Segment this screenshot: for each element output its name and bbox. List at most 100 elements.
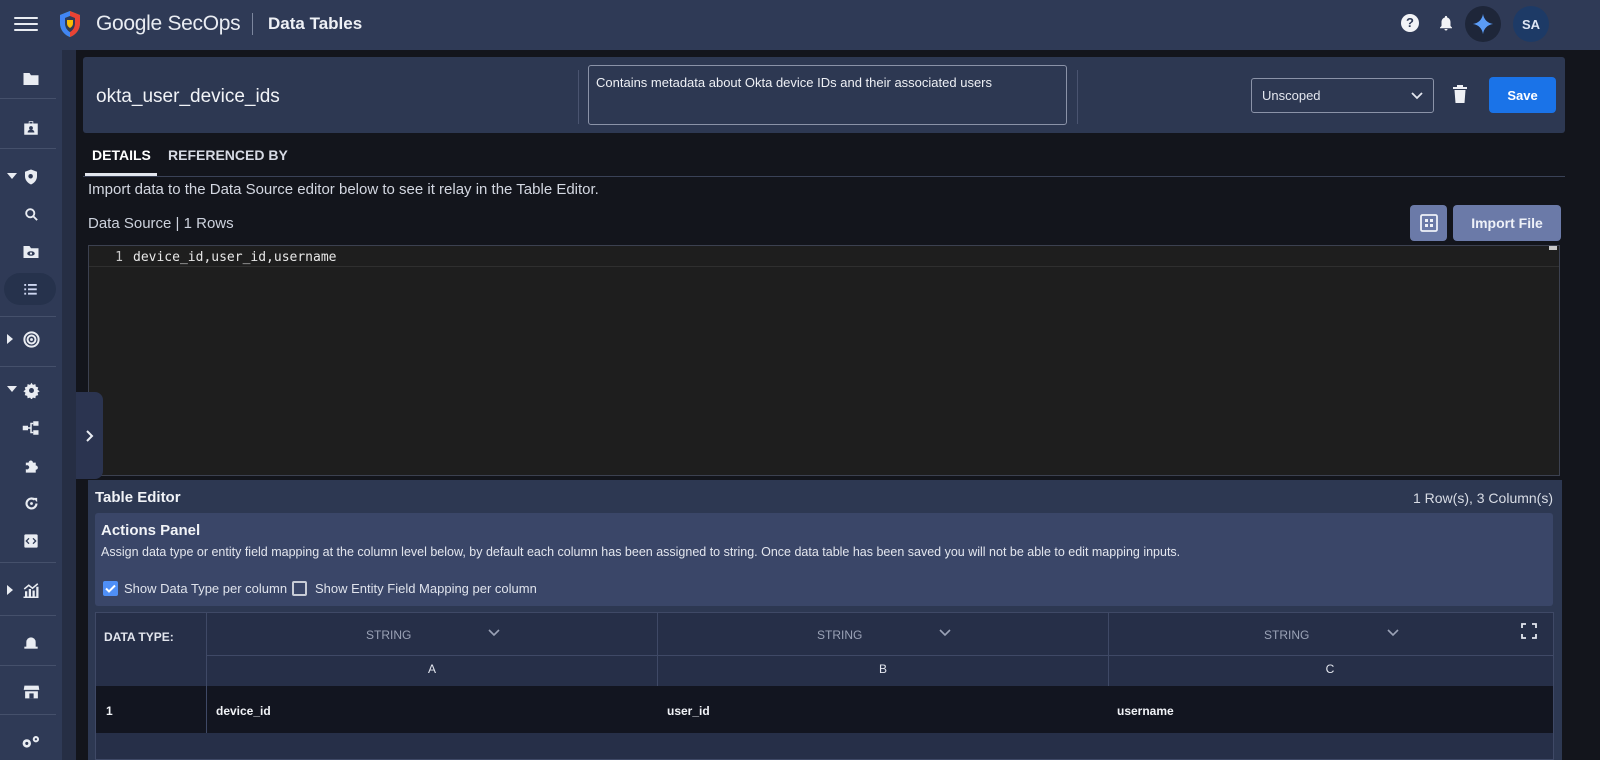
- editor-scrollbar[interactable]: [1549, 246, 1557, 250]
- table-cell[interactable]: device_id: [216, 704, 271, 718]
- actions-panel-description: Assign data type or entity field mapping…: [101, 545, 1181, 559]
- analytics-icon: [23, 582, 39, 598]
- nav-cases[interactable]: [0, 112, 62, 144]
- nav-marketplace[interactable]: [0, 676, 62, 708]
- chevron-down-icon: [939, 629, 951, 637]
- nav-data-tables[interactable]: [4, 273, 56, 305]
- top-app-bar: Google SecOps Data Tables ? SA: [0, 0, 1600, 50]
- table-editor-title: Table Editor: [95, 489, 181, 506]
- import-file-button[interactable]: Import File: [1453, 205, 1561, 241]
- nav-folder[interactable]: [0, 63, 62, 95]
- type-header-cell: [658, 613, 1109, 656]
- editor-line: 1 device_id,user_id,username: [89, 246, 1559, 267]
- row-number: 1: [106, 704, 113, 718]
- column-letter-b: B: [878, 662, 887, 676]
- nav-analytics-group[interactable]: [0, 574, 62, 606]
- scope-dropdown[interactable]: Unscoped: [1251, 78, 1434, 113]
- show-entity-mapping-checkbox[interactable]: [292, 581, 307, 596]
- nav-alerts[interactable]: [0, 626, 62, 658]
- type-header-cell: [1109, 613, 1554, 656]
- data-type-header: DATA TYPE:: [104, 630, 174, 644]
- alert-bell-icon: [24, 637, 38, 649]
- table-cell[interactable]: user_id: [667, 704, 710, 718]
- active-tab-indicator: [85, 173, 157, 176]
- tab-referenced-by[interactable]: REFERENCED BY: [168, 147, 288, 163]
- refresh-icon: [25, 496, 38, 509]
- column-c-type-select[interactable]: STRING: [1264, 628, 1309, 642]
- left-nav-sidebar: [0, 50, 62, 760]
- nav-divider: [0, 615, 56, 616]
- delete-table-icon[interactable]: [1452, 85, 1468, 103]
- nav-admin-settings[interactable]: [0, 726, 62, 758]
- column-letter-a: A: [427, 662, 436, 676]
- search-icon: [24, 207, 38, 221]
- nav-divider: [0, 148, 56, 149]
- case-icon: [24, 121, 38, 135]
- header-divider: [1077, 70, 1078, 124]
- show-data-type-label[interactable]: Show Data Type per column: [124, 581, 287, 596]
- nav-integrations[interactable]: [0, 449, 62, 481]
- column-a-type-select[interactable]: STRING: [366, 628, 411, 642]
- brand-name: Google SecOps: [96, 12, 241, 35]
- settings-gear-icon: [22, 382, 40, 399]
- gemini-assistant-button[interactable]: [1465, 6, 1501, 42]
- scope-value: Unscoped: [1262, 88, 1321, 103]
- description-field[interactable]: Contains metadata about Okta device IDs …: [588, 65, 1067, 125]
- actions-panel-title: Actions Panel: [101, 522, 201, 539]
- fullscreen-icon[interactable]: [1521, 623, 1537, 639]
- type-header-cell: [207, 613, 658, 656]
- row-column-count: 1 Row(s), 3 Column(s): [1412, 490, 1553, 506]
- nav-saved-searches[interactable]: [0, 236, 62, 268]
- line-code[interactable]: device_id,user_id,username: [133, 250, 337, 265]
- caret-right-icon: [7, 585, 13, 595]
- nav-divider: [0, 665, 56, 666]
- nav-code[interactable]: [0, 525, 62, 557]
- settings-icon: [22, 736, 40, 748]
- nav-workflows[interactable]: [0, 412, 62, 444]
- table-cell[interactable]: username: [1117, 704, 1174, 718]
- nav-search[interactable]: [0, 198, 62, 230]
- show-data-type-checkbox[interactable]: [103, 581, 118, 596]
- main-menu-icon[interactable]: [14, 13, 38, 35]
- actions-panel: [95, 513, 1553, 606]
- help-icon[interactable]: ?: [1401, 14, 1419, 32]
- marketplace-icon: [23, 685, 39, 699]
- workflow-icon: [22, 421, 39, 435]
- nav-settings-group[interactable]: [0, 374, 62, 406]
- details-intro-text: Import data to the Data Source editor be…: [88, 181, 599, 198]
- caret-right-icon: [7, 334, 13, 344]
- data-source-label: Data Source | 1 Rows: [88, 215, 234, 232]
- expand-panel-button[interactable]: [76, 392, 103, 479]
- nav-investigation-group[interactable]: [0, 323, 62, 355]
- user-avatar[interactable]: SA: [1513, 6, 1549, 42]
- data-source-editor[interactable]: 1 device_id,user_id,username: [88, 245, 1560, 476]
- tab-details[interactable]: DETAILS: [92, 147, 151, 163]
- detection-shield-icon: [25, 169, 37, 185]
- grid-view-button[interactable]: [1410, 205, 1447, 241]
- google-secops-logo-icon: [58, 10, 82, 38]
- column-b-type-select[interactable]: STRING: [817, 628, 862, 642]
- grid-corner-cell: [96, 613, 207, 687]
- sidebar-edge: [62, 50, 76, 760]
- chevron-down-icon: [1387, 629, 1399, 637]
- table-row: [96, 686, 1553, 733]
- nav-detection-group[interactable]: [0, 161, 62, 193]
- list-icon: [23, 284, 37, 295]
- code-icon: [24, 534, 38, 548]
- grid-icon: [1419, 214, 1438, 232]
- radar-icon: [22, 330, 40, 348]
- line-number: 1: [115, 250, 123, 265]
- checkmark-icon: [105, 584, 116, 593]
- page-title[interactable]: Data Tables: [268, 14, 362, 34]
- nav-divider: [0, 98, 56, 99]
- nav-divider: [0, 366, 56, 367]
- notifications-bell-icon[interactable]: [1437, 14, 1455, 32]
- data-table-name[interactable]: okta_user_device_ids: [96, 86, 280, 108]
- show-entity-mapping-label[interactable]: Show Entity Field Mapping per column: [315, 581, 537, 596]
- chevron-right-icon: [85, 429, 93, 442]
- puzzle-icon: [25, 460, 38, 473]
- sparkle-icon: [1472, 13, 1494, 35]
- tab-bar-divider: [83, 176, 1565, 177]
- nav-refresh[interactable]: [0, 487, 62, 519]
- save-button[interactable]: Save: [1489, 77, 1556, 113]
